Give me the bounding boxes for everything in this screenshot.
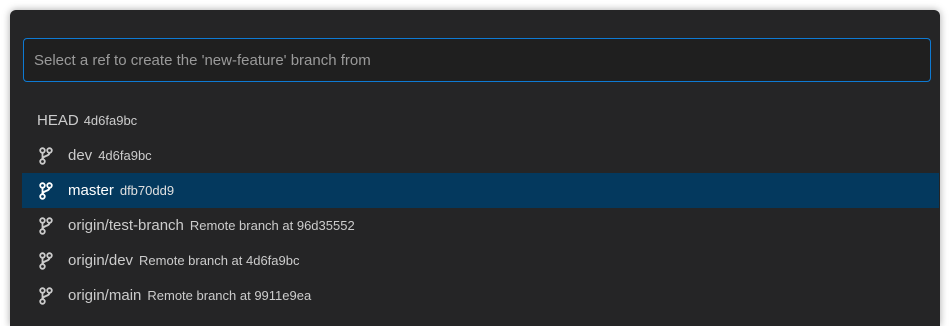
item-label: origin/test-branch bbox=[68, 217, 184, 234]
item-label: master bbox=[68, 182, 114, 199]
ref-search-box[interactable] bbox=[23, 38, 931, 82]
ref-search-input[interactable] bbox=[32, 50, 930, 70]
list-item-origin-dev[interactable]: origin/dev Remote branch at 4d6fa9bc bbox=[22, 243, 939, 278]
item-description: 4d6fa9bc bbox=[98, 148, 152, 163]
item-description: Remote branch at 96d35552 bbox=[189, 218, 355, 233]
item-label: HEAD bbox=[37, 112, 79, 129]
item-label: origin/main bbox=[68, 287, 142, 304]
list-item-master[interactable]: master dfb70dd9 bbox=[22, 173, 939, 208]
git-branch-icon bbox=[37, 181, 55, 200]
list-item-head[interactable]: HEAD 4d6fa9bc bbox=[22, 103, 939, 138]
item-description: Remote branch at 9911e9ea bbox=[147, 288, 312, 303]
ref-list: HEAD 4d6fa9bc dev 4d6fa9bc master dfb70d bbox=[22, 103, 939, 313]
git-branch-icon bbox=[37, 251, 55, 270]
item-label: dev bbox=[68, 147, 93, 164]
item-label: origin/dev bbox=[68, 252, 134, 269]
git-branch-icon bbox=[37, 286, 55, 305]
list-item-origin-main[interactable]: origin/main Remote branch at 9911e9ea bbox=[22, 278, 939, 313]
item-description: 4d6fa9bc bbox=[83, 113, 138, 128]
list-item-origin-test-branch[interactable]: origin/test-branch Remote branch at 96d3… bbox=[22, 208, 939, 243]
quick-pick-panel: HEAD 4d6fa9bc dev 4d6fa9bc master dfb70d bbox=[10, 10, 940, 326]
item-description: dfb70dd9 bbox=[119, 183, 175, 198]
git-branch-icon bbox=[37, 216, 55, 235]
list-item-dev[interactable]: dev 4d6fa9bc bbox=[22, 138, 939, 173]
git-branch-icon bbox=[37, 146, 55, 165]
item-description: Remote branch at 4d6fa9bc bbox=[139, 253, 300, 268]
